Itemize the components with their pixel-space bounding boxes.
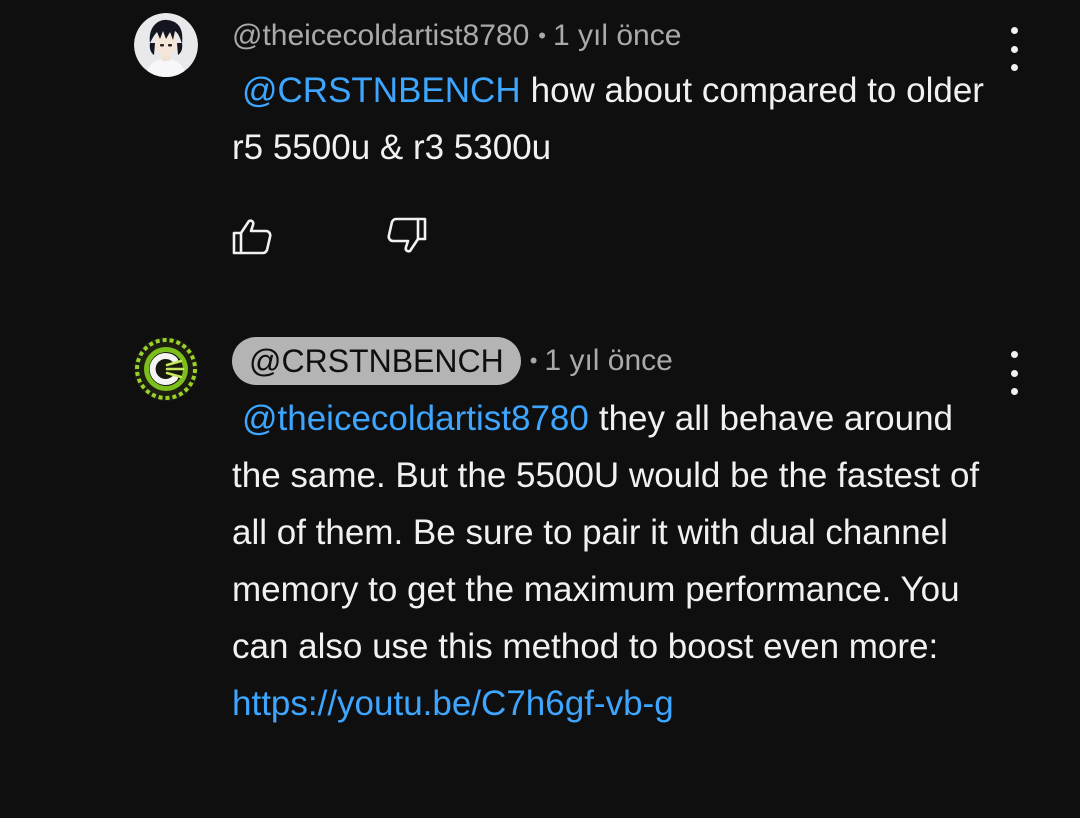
- dislike-button[interactable]: [385, 214, 429, 258]
- anime-character-avatar-icon: [134, 13, 198, 77]
- comment-text: they all behave around the same. But the…: [232, 399, 980, 666]
- more-options-button[interactable]: [1001, 27, 1027, 71]
- more-options-button[interactable]: [1001, 351, 1027, 395]
- menu-dot: [1010, 45, 1018, 53]
- separator-dot: •: [538, 23, 546, 48]
- comment-header: @CRSTNBENCH • 1 yıl önce: [232, 336, 673, 386]
- mention-link[interactable]: @CRSTNBENCH: [242, 71, 521, 110]
- comment-header: @theicecoldartist8780 • 1 yıl önce: [232, 16, 681, 56]
- comment-time: 1 yıl önce: [553, 19, 682, 52]
- like-button[interactable]: [230, 214, 274, 258]
- comment-time: 1 yıl önce: [544, 344, 673, 377]
- mention-link[interactable]: @theicecoldartist8780: [242, 399, 589, 438]
- comment-body: @CRSTNBENCH how about compared to older r…: [232, 62, 992, 176]
- thumbs-down-icon: [387, 217, 427, 253]
- user-avatar[interactable]: [134, 13, 198, 77]
- menu-dot: [1010, 369, 1018, 377]
- crstnbench-logo-avatar-icon: [134, 337, 198, 401]
- author-badge[interactable]: @CRSTNBENCH: [232, 337, 521, 385]
- author-name[interactable]: @theicecoldartist8780: [232, 19, 529, 53]
- menu-dot: [1010, 351, 1018, 358]
- menu-dot: [1010, 64, 1018, 71]
- thumbs-up-icon: [232, 219, 272, 255]
- menu-dot: [1010, 388, 1018, 395]
- comment-body: @theicecoldartist8780 they all behave aro…: [232, 390, 992, 732]
- menu-dot: [1010, 27, 1018, 34]
- video-link[interactable]: https://youtu.be/C7h6gf-vb-g: [232, 684, 674, 723]
- user-avatar[interactable]: [134, 337, 198, 401]
- separator-dot: •: [529, 348, 538, 373]
